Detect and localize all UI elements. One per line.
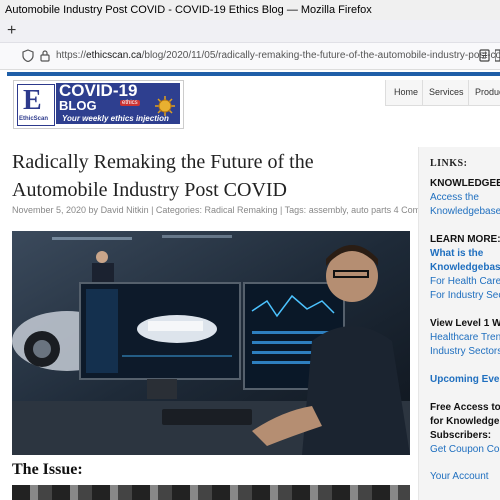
menu-divider [468,80,469,105]
url-domain: ethicscan.ca [86,50,142,61]
reader-view-icon[interactable] [479,49,490,67]
ethicscan-mark: E EthicScan [17,84,55,126]
industry-sectors-link[interactable]: For Industry Sect [430,289,500,303]
post-category[interactable]: Radical Remaking [204,205,277,215]
site-logo[interactable]: E EthicScan COVID-19 BLOG ethics Your we… [13,80,184,129]
post-meta: November 5, 2020 by David Nitkin | Categ… [12,205,452,215]
learn-more-heading: LEARN MORE: [430,234,500,245]
meta-categories-label: | Categories: [148,205,205,215]
menu-item-home[interactable]: Home [394,87,418,97]
tab-strip: + [0,20,500,43]
section-heading: The Issue: [12,461,83,478]
free-access-heading-2: for Knowledgeba [430,416,500,427]
url-field[interactable]: https://ethicscan.ca/blog/2020/11/05/rad… [56,50,500,61]
access-knowledgebase-link[interactable]: Access the [430,191,479,205]
menu-item-products[interactable]: Produc [475,87,500,97]
what-is-knowledgebase-link[interactable]: What is the [430,247,483,261]
shield-icon[interactable] [22,49,34,67]
post-tag-auto-parts[interactable]: auto parts [351,205,391,215]
view-level-heading: View Level 1 We [430,318,500,329]
header-accent-stripe [7,72,500,76]
post-title[interactable]: Radically Remaking the Future of the Aut… [12,148,392,204]
logo-line2: BLOG [59,98,97,113]
your-account-link[interactable]: Your Account [430,470,489,484]
sidebar: LINKS: KNOWLEDGEBA Access the Knowledgeb… [418,147,500,500]
what-is-knowledgebase-link-2[interactable]: Knowledgebase [430,261,500,275]
logo-badge: ethics [120,100,140,106]
post-date: November 5, 2020 [12,205,87,215]
meta-tags-label: | Tags: [277,205,309,215]
logo-tagline: Your weekly ethics injection [62,114,169,123]
upcoming-events-link[interactable]: Upcoming Even [430,373,500,387]
industry-sectors-level-link[interactable]: Industry Sectors ( [430,345,500,359]
health-care-link[interactable]: For Health Care T [430,275,500,289]
navigation-bar: https://ethicscan.ca/blog/2020/11/05/rad… [0,43,500,70]
logo-brand: EthicScan [19,116,49,122]
menu-divider [422,80,423,105]
logo-letter: E [23,85,42,116]
post-tag-assembly[interactable]: assembly [309,205,346,215]
coupon-code-link[interactable]: Get Coupon Code [430,443,500,457]
sidebar-heading: LINKS: [430,158,468,169]
access-knowledgebase-link-2[interactable]: Knowledgebase [430,205,500,219]
url-prefix: https:// [56,50,87,61]
main-menu: Home Services Produc [385,80,500,106]
lock-icon[interactable] [40,49,50,67]
window-title-bar: Automobile Industry Post COVID - COVID-1… [0,0,500,20]
secondary-image [12,485,410,500]
new-tab-button[interactable]: + [7,20,16,42]
post-author[interactable]: David Nitkin [101,205,149,215]
featured-image [12,231,410,455]
url-path: /blog/2020/11/05/radically-remaking-the-… [141,50,500,61]
knowledgebase-heading: KNOWLEDGEBA [430,178,500,189]
free-access-heading: Free Access to I [430,402,500,413]
menu-item-services[interactable]: Services [429,87,464,97]
healthcare-trends-link[interactable]: Healthcare Trend [430,331,500,345]
page-icon[interactable] [494,49,500,67]
meta-by: by [86,205,101,215]
free-access-heading-3: Subscribers: [430,430,492,441]
window-title: Automobile Industry Post COVID - COVID-1… [5,4,372,16]
